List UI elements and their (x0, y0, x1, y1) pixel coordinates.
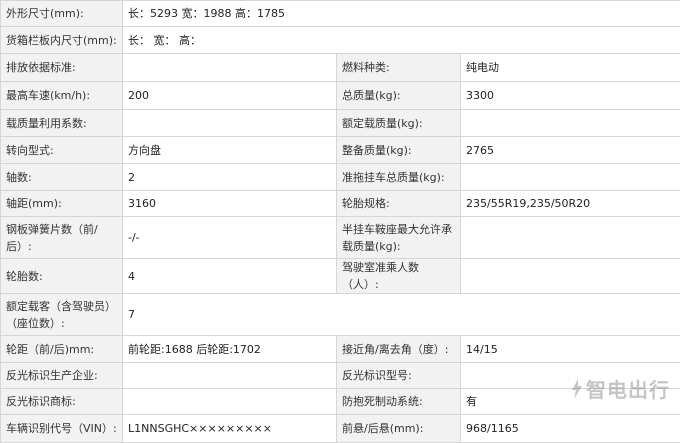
label-gross-mass: 总质量(kg): (337, 82, 461, 110)
label-reflective-model: 反光标识型号: (337, 363, 461, 389)
table-row: 轴距(mm): 3160 轮胎规格: 235/55R19,235/50R20 (1, 191, 680, 217)
value-fuel-type: 纯电动 (461, 54, 680, 82)
label-cargo-box-inner-size: 货箱栏板内尺寸(mm): (1, 27, 123, 54)
label-overall-dimensions: 外形尺寸(mm): (1, 1, 123, 27)
value-cargo-box-inner-size: 长： 宽： 高： (123, 27, 680, 54)
table-row: 反光标识生产企业: 反光标识型号: (1, 363, 680, 389)
label-axle-count: 轴数: (1, 164, 123, 191)
label-reflective-manufacturer: 反光标识生产企业: (1, 363, 123, 389)
table-row: 反光标识商标: 防抱死制动系统: 有 (1, 389, 680, 415)
label-steering-type: 转向型式: (1, 137, 123, 164)
value-load-utilization (123, 110, 337, 137)
label-front-rear-overhang: 前悬/后悬(mm): (337, 415, 461, 443)
label-abs: 防抱死制动系统: (337, 389, 461, 415)
value-leaf-spring-count: -/- (123, 217, 337, 259)
value-curb-mass: 2765 (461, 137, 680, 164)
label-track-width: 轮距（前/后)mm: (1, 336, 123, 363)
table-row: 钢板弹簧片数（前/后）: -/- 半挂车鞍座最大允许承载质量(kg): (1, 217, 680, 259)
table-row: 轮胎数: 4 驾驶室准乘人数（人）: (1, 259, 680, 294)
label-wheelbase: 轴距(mm): (1, 191, 123, 217)
value-rated-passengers: 7 (123, 294, 680, 336)
label-fuel-type: 燃料种类: (337, 54, 461, 82)
value-tire-spec: 235/55R19,235/50R20 (461, 191, 680, 217)
label-vin: 车辆识别代号（VIN）: (1, 415, 123, 443)
value-overall-dimensions: 长：5293 宽：1988 高：1785 (123, 1, 680, 27)
table-row: 车辆识别代号（VIN）: L1NNSGHC××××××××× 前悬/后悬(mm)… (1, 415, 680, 443)
value-tire-count: 4 (123, 259, 337, 294)
value-reflective-manufacturer (123, 363, 337, 389)
value-abs: 有 (461, 389, 680, 415)
table-row: 载质量利用系数: 额定载质量(kg): (1, 110, 680, 137)
table-row: 轮距（前/后)mm: 前轮距:1688 后轮距:1702 接近角/离去角（度）:… (1, 336, 680, 363)
table-row: 排放依据标准: 燃料种类: 纯电动 (1, 54, 680, 82)
table-row: 额定载客（含驾驶员）（座位数）: 7 (1, 294, 680, 336)
value-rated-load-mass (461, 110, 680, 137)
value-emission-standard (123, 54, 337, 82)
label-emission-standard: 排放依据标准: (1, 54, 123, 82)
label-approach-departure-angle: 接近角/离去角（度）: (337, 336, 461, 363)
label-tire-spec: 轮胎规格: (337, 191, 461, 217)
spec-table-body: 外形尺寸(mm): 长：5293 宽：1988 高：1785 货箱栏板内尺寸(m… (1, 1, 680, 443)
value-front-rear-overhang: 968/1165 (461, 415, 680, 443)
table-row: 货箱栏板内尺寸(mm): 长： 宽： 高： (1, 27, 680, 54)
value-steering-type: 方向盘 (123, 137, 337, 164)
label-curb-mass: 整备质量(kg): (337, 137, 461, 164)
table-row: 最高车速(km/h): 200 总质量(kg): 3300 (1, 82, 680, 110)
value-cab-capacity (461, 259, 680, 294)
vehicle-spec-table: 外形尺寸(mm): 长：5293 宽：1988 高：1785 货箱栏板内尺寸(m… (0, 0, 680, 443)
value-wheelbase: 3160 (123, 191, 337, 217)
value-max-speed: 200 (123, 82, 337, 110)
value-vin: L1NNSGHC××××××××× (123, 415, 337, 443)
value-track-width: 前轮距:1688 后轮距:1702 (123, 336, 337, 363)
value-reflective-brand (123, 389, 337, 415)
label-trailer-mass: 准拖挂车总质量(kg): (337, 164, 461, 191)
label-tire-count: 轮胎数: (1, 259, 123, 294)
label-max-speed: 最高车速(km/h): (1, 82, 123, 110)
table-row: 外形尺寸(mm): 长：5293 宽：1988 高：1785 (1, 1, 680, 27)
value-saddle-max-load (461, 217, 680, 259)
value-reflective-model (461, 363, 680, 389)
label-leaf-spring-count: 钢板弹簧片数（前/后）: (1, 217, 123, 259)
label-cab-capacity: 驾驶室准乘人数（人）: (337, 259, 461, 294)
label-load-utilization: 载质量利用系数: (1, 110, 123, 137)
table-row: 转向型式: 方向盘 整备质量(kg): 2765 (1, 137, 680, 164)
table-row: 轴数: 2 准拖挂车总质量(kg): (1, 164, 680, 191)
label-rated-load-mass: 额定载质量(kg): (337, 110, 461, 137)
label-reflective-brand: 反光标识商标: (1, 389, 123, 415)
value-trailer-mass (461, 164, 680, 191)
label-rated-passengers: 额定载客（含驾驶员）（座位数）: (1, 294, 123, 336)
value-gross-mass: 3300 (461, 82, 680, 110)
label-saddle-max-load: 半挂车鞍座最大允许承载质量(kg): (337, 217, 461, 259)
value-approach-departure-angle: 14/15 (461, 336, 680, 363)
value-axle-count: 2 (123, 164, 337, 191)
